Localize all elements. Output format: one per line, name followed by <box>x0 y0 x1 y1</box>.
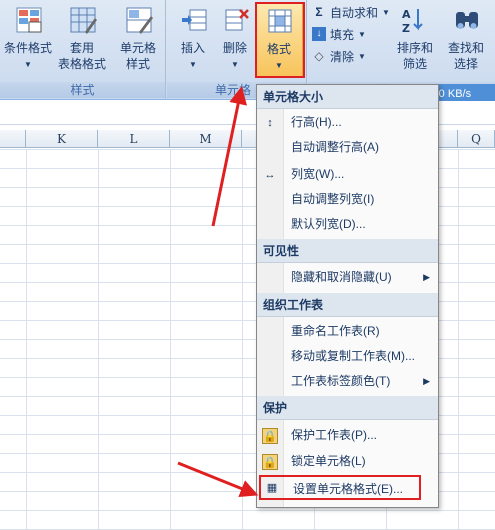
format-button-highlight <box>255 2 305 78</box>
section-visibility: 可见性 <box>257 239 438 263</box>
column-header-l[interactable]: L <box>98 130 170 148</box>
menu-item-label: 工作表标签颜色(T) <box>291 374 391 388</box>
menu-item-rename-sheet[interactable]: 重命名工作表(R) <box>257 319 438 344</box>
menu-item-lock-cell[interactable]: 🔒 锁定单元格(L) <box>257 449 438 474</box>
lock-icon: 🔒 <box>262 454 278 470</box>
menu-item-label: 移动或复制工作表(M)... <box>291 349 415 363</box>
menu-item-tab-color[interactable]: 工作表标签颜色(T) ▶ <box>257 369 438 394</box>
autosum-button[interactable]: Σ 自动求和 ▼ <box>312 2 390 22</box>
chevron-down-icon: ▼ <box>382 7 390 17</box>
sort-filter-label-1: 排序和 <box>396 41 433 55</box>
chevron-down-icon: ▼ <box>358 29 366 39</box>
fill-label: 填充 <box>330 27 355 42</box>
format-dropdown-menu: 单元格大小 ↕ 行高(H)... 自动调整行高(A) ↔ 列宽(W)... 自动… <box>256 84 439 508</box>
delete-cells-icon <box>225 9 249 31</box>
column-header-k[interactable]: K <box>26 130 98 148</box>
delete-button[interactable]: 删除 ▼ <box>209 2 261 78</box>
conditional-format-icon <box>16 7 42 33</box>
table-format-label-1: 套用 <box>69 41 94 55</box>
menu-item-label: 重命名工作表(R) <box>291 324 380 338</box>
sigma-icon: Σ <box>315 5 323 19</box>
conditional-format-button[interactable]: 条件格式 ▼ <box>2 2 54 78</box>
clear-label: 清除 <box>330 49 355 64</box>
section-cell-size: 单元格大小 <box>257 85 438 109</box>
menu-item-hide-unhide[interactable]: 隐藏和取消隐藏(U) ▶ <box>257 265 438 290</box>
menu-item-label: 自动调整列宽(I) <box>291 192 375 206</box>
cell-style-button[interactable]: 单元格 样式 <box>112 2 164 78</box>
table-format-button[interactable]: 套用 表格格式 <box>56 2 108 78</box>
fill-down-icon: ↓ <box>312 27 326 41</box>
menu-item-label: 隐藏和取消隐藏(U) <box>291 270 392 284</box>
submenu-arrow-icon: ▶ <box>423 376 430 386</box>
menu-item-label: 自动调整行高(A) <box>291 140 379 154</box>
cell-style-label-1: 单元格 <box>119 41 156 55</box>
table-format-icon <box>70 7 97 34</box>
row-height-icon: ↕ <box>267 117 273 129</box>
protect-sheet-icon: 🔒 <box>262 428 278 444</box>
submenu-arrow-icon: ▶ <box>423 272 430 282</box>
autosum-label: 自动求和 <box>330 5 379 20</box>
menu-item-move-copy-sheet[interactable]: 移动或复制工作表(M)... <box>257 344 438 369</box>
chevron-down-icon: ▼ <box>231 60 239 69</box>
clear-button[interactable]: ◇ 清除 ▼ <box>312 46 366 66</box>
column-header-m[interactable]: M <box>170 130 242 148</box>
menu-item-format-cells[interactable]: ▦ 设置单元格格式(E)... <box>259 475 421 500</box>
fill-button[interactable]: ↓ 填充 ▼ <box>312 24 366 44</box>
table-format-label-2: 表格格式 <box>57 57 106 71</box>
corner-header <box>0 130 26 148</box>
menu-item-column-width[interactable]: ↔ 列宽(W)... <box>257 162 438 187</box>
cell-style-label-2: 样式 <box>125 57 150 71</box>
chevron-down-icon: ▼ <box>358 51 366 61</box>
sort-filter-button[interactable]: A Z 排序和 筛选 <box>390 2 440 78</box>
svg-text:Z: Z <box>402 22 410 34</box>
menu-item-label: 锁定单元格(L) <box>291 454 366 468</box>
svg-text:A: A <box>402 8 411 21</box>
menu-item-label: 行高(H)... <box>291 115 342 129</box>
format-cells-icon: ▦ <box>266 482 278 494</box>
menu-item-row-height[interactable]: ↕ 行高(H)... <box>257 110 438 135</box>
menu-item-autofit-row[interactable]: 自动调整行高(A) <box>257 135 438 160</box>
binoculars-icon <box>456 12 478 29</box>
menu-item-label: 保护工作表(P)... <box>291 428 377 442</box>
eraser-icon: ◇ <box>314 49 324 63</box>
chevron-down-icon: ▼ <box>24 60 32 69</box>
find-select-label-2: 选择 <box>453 57 478 71</box>
section-organize-sheets: 组织工作表 <box>257 293 438 317</box>
find-select-label-1: 查找和 <box>447 41 484 55</box>
section-protection: 保护 <box>257 396 438 420</box>
sort-filter-label-2: 筛选 <box>402 57 427 71</box>
insert-cells-icon <box>182 9 207 31</box>
menu-item-default-width[interactable]: 默认列宽(D)... <box>257 212 438 237</box>
menu-item-label: 列宽(W)... <box>291 167 345 181</box>
styles-group-label: 样式 <box>0 82 165 98</box>
styles-group: 条件格式 ▼ 套用 表格格式 单元格 样式 样式 <box>0 0 166 100</box>
column-header-q[interactable]: Q <box>458 130 495 148</box>
menu-item-label: 默认列宽(D)... <box>291 217 366 231</box>
delete-label: 删除 <box>222 41 247 55</box>
find-select-button[interactable]: 查找和 选择 <box>440 2 492 78</box>
cell-style-icon <box>126 7 153 34</box>
menu-item-label: 设置单元格格式(E)... <box>293 482 403 496</box>
menu-item-protect-sheet[interactable]: 🔒 保护工作表(P)... <box>257 423 438 448</box>
conditional-format-label: 条件格式 <box>3 41 52 55</box>
column-width-icon: ↔ <box>264 169 276 181</box>
sort-az-icon: A Z <box>402 8 423 34</box>
menu-item-autofit-column[interactable]: 自动调整列宽(I) <box>257 187 438 212</box>
